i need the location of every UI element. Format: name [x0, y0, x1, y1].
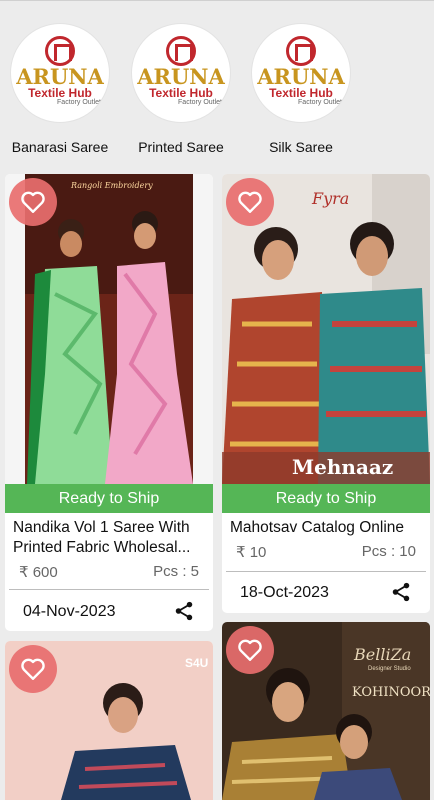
- product-date: 04-Nov-2023: [23, 603, 116, 620]
- favorite-button[interactable]: [9, 178, 57, 226]
- photo-brand: BelliZa: [353, 645, 411, 664]
- category-logo: ARUNA Textile Hub Factory Outlet: [132, 24, 230, 122]
- category-logo: ARUNA Textile Hub Factory Outlet: [252, 24, 350, 122]
- brand-logo-icon: [45, 36, 75, 66]
- logo-subtitle: Textile Hub: [28, 86, 92, 100]
- logo-tagline: Factory Outlet: [57, 99, 101, 106]
- card-divider: [9, 589, 209, 590]
- product-title-line-1: Mahotsav Catalog Online: [230, 519, 405, 536]
- photo-caption: Mehnaaz: [292, 455, 393, 479]
- product-title-line-1: Nandika Vol 1 Saree With: [13, 519, 190, 536]
- category-silk-saree[interactable]: ARUNA Textile Hub Factory Outlet Silk Sa…: [246, 24, 356, 155]
- product-price: ₹ 10: [236, 544, 267, 561]
- photo-brand: S4U: [185, 656, 208, 670]
- logo-name: ARUNA: [257, 64, 345, 89]
- category-label: Silk Saree: [269, 139, 333, 155]
- status-divider: [0, 0, 434, 1]
- share-icon[interactable]: [390, 581, 412, 603]
- category-label: Printed Saree: [138, 139, 224, 155]
- favorite-button[interactable]: [226, 626, 274, 674]
- share-icon[interactable]: [173, 600, 195, 622]
- brand-logo-icon: [286, 36, 316, 66]
- photo-caption: KOHINOOR: [352, 685, 430, 700]
- product-card[interactable]: BelliZa Designer Studio KOHINOOR: [222, 622, 430, 800]
- category-logo: ARUNA Textile Hub Factory Outlet: [11, 24, 109, 122]
- brand-logo-icon: [166, 36, 196, 66]
- logo-subtitle: Textile Hub: [269, 86, 333, 100]
- product-card[interactable]: S4U: [5, 641, 213, 800]
- product-date: 18-Oct-2023: [240, 584, 329, 601]
- logo-subtitle: Textile Hub: [149, 86, 213, 100]
- heart-outline-icon: [21, 191, 45, 213]
- product-pieces: Pcs : 10: [361, 543, 416, 560]
- favorite-button[interactable]: [226, 178, 274, 226]
- product-card[interactable]: Mehnaaz Fyra Ready to Ship Mahotsav Cata…: [222, 174, 430, 613]
- ready-to-ship-badge: Ready to Ship: [222, 484, 430, 513]
- category-banarasi-saree[interactable]: ARUNA Textile Hub Factory Outlet Banaras…: [5, 24, 115, 155]
- heart-outline-icon: [238, 191, 262, 213]
- photo-brand: Fyra: [311, 189, 349, 208]
- photo-subtitle: Designer Studio: [368, 666, 411, 672]
- product-price: ₹ 600: [19, 564, 58, 581]
- card-divider: [226, 571, 426, 572]
- logo-name: ARUNA: [137, 64, 225, 89]
- logo-name: ARUNA: [16, 64, 104, 89]
- product-title-line-2: Printed Fabric Wholesal...: [13, 539, 191, 556]
- product-card[interactable]: Rangoli Embroidery Ready to Ship Nandika…: [5, 174, 213, 631]
- category-label: Banarasi Saree: [11, 139, 109, 155]
- favorite-button[interactable]: [9, 645, 57, 693]
- ready-to-ship-badge: Ready to Ship: [5, 484, 213, 513]
- logo-tagline: Factory Outlet: [298, 99, 342, 106]
- heart-outline-icon: [21, 658, 45, 680]
- category-printed-saree[interactable]: ARUNA Textile Hub Factory Outlet Printed…: [126, 24, 236, 155]
- photo-caption: Rangoli Embroidery: [70, 181, 153, 190]
- product-pieces: Pcs : 5: [153, 563, 199, 580]
- heart-outline-icon: [238, 639, 262, 661]
- logo-tagline: Factory Outlet: [178, 99, 222, 106]
